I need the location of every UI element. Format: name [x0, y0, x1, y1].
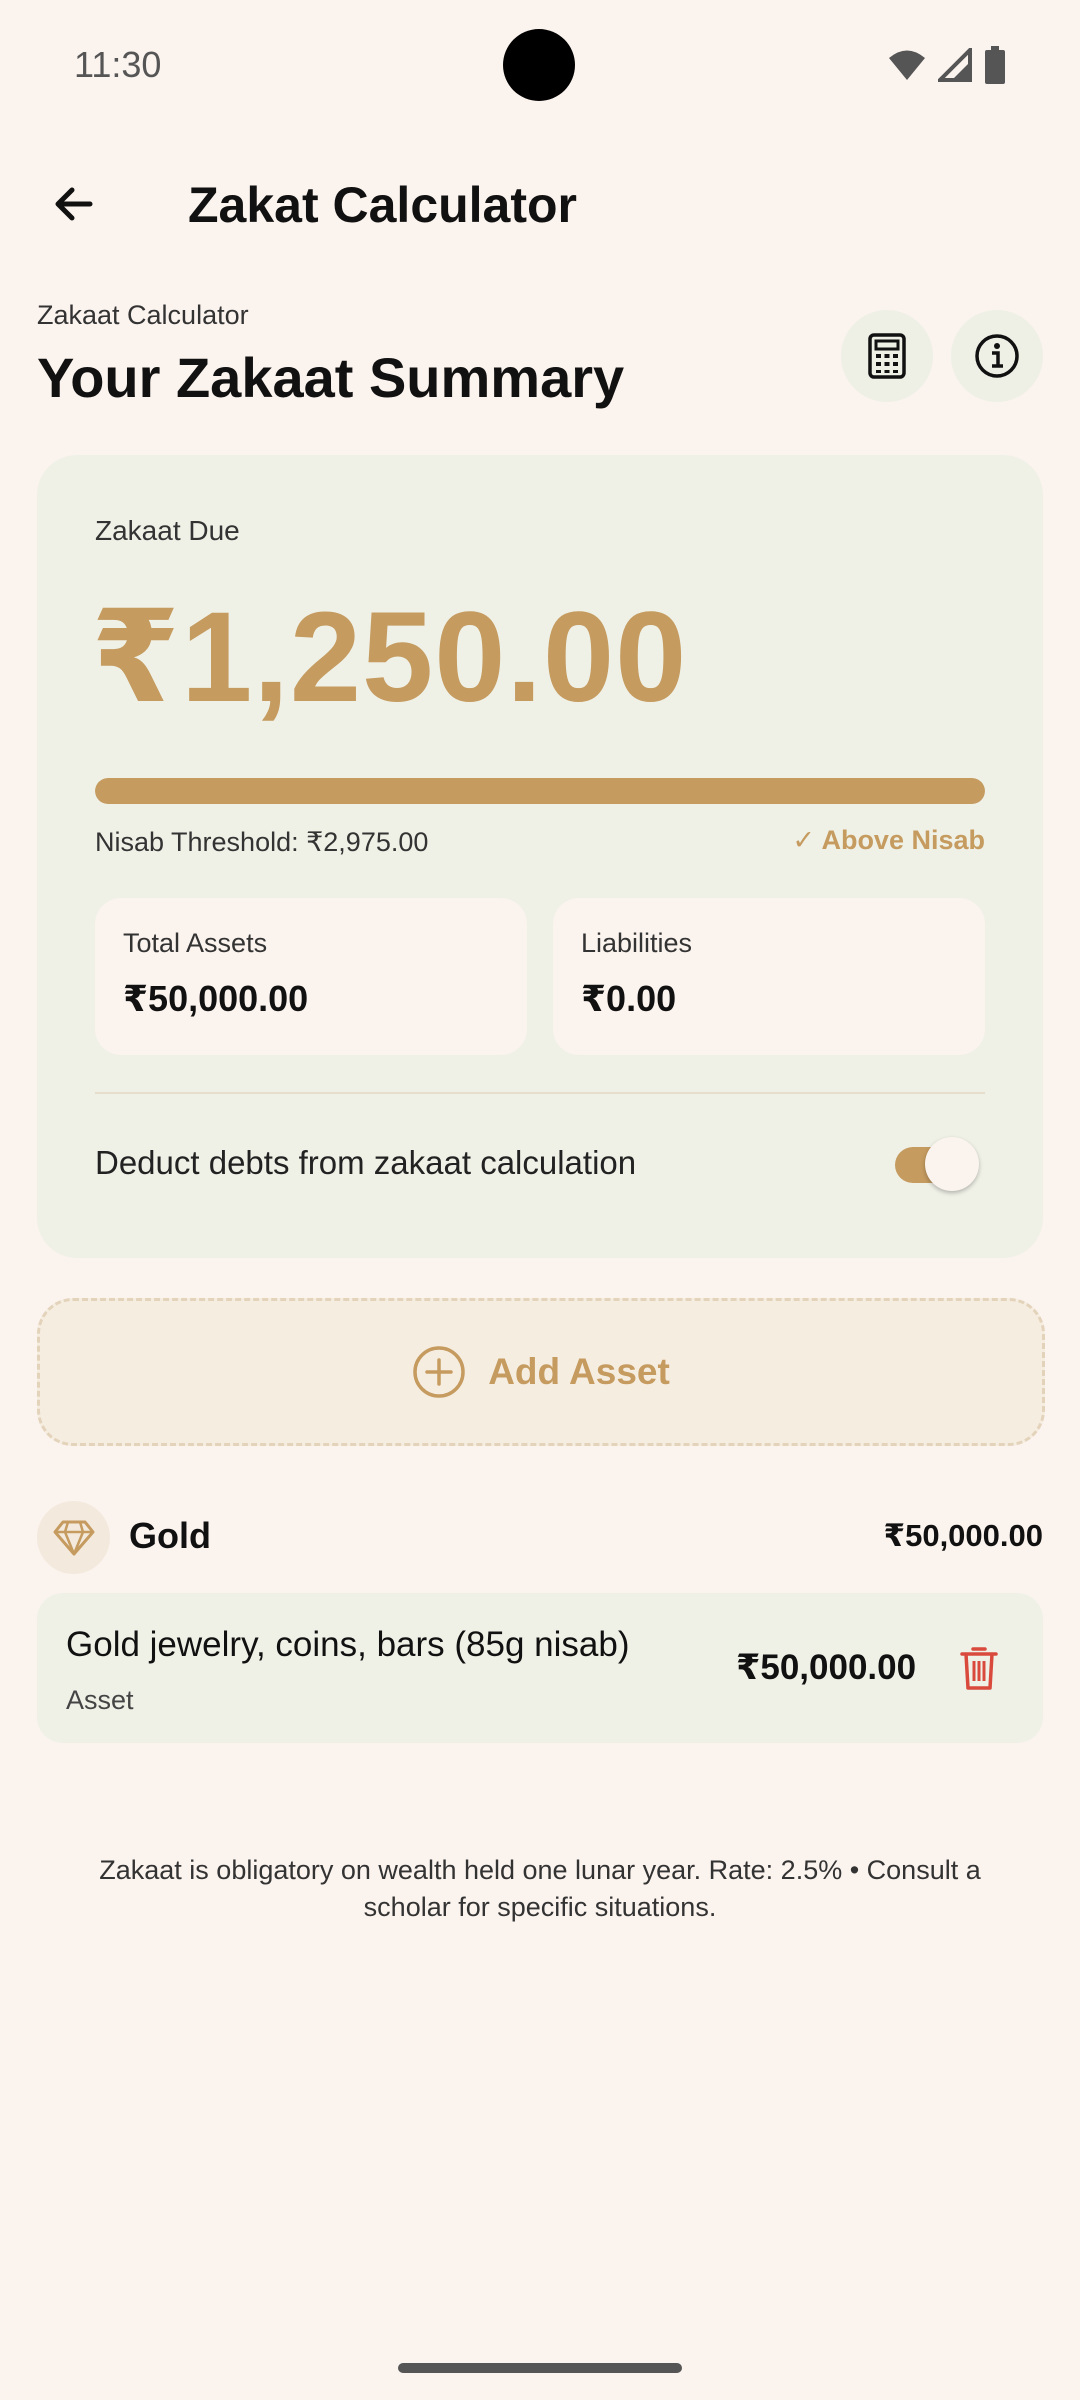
- front-camera: [503, 29, 575, 101]
- total-assets-value: ₹50,000.00: [123, 978, 309, 1019]
- nisab-progress-bar: [95, 778, 985, 804]
- category-total: ₹50,000.00: [883, 1518, 1043, 1553]
- asset-type: Asset: [66, 1685, 134, 1715]
- back-button[interactable]: [36, 166, 112, 242]
- deduct-debts-label: Deduct debts from zakaat calculation: [95, 1144, 637, 1181]
- add-asset-button[interactable]: Add Asset: [37, 1298, 1045, 1446]
- screen: 11:30 Zakat Calculator Zakaat Calculator…: [0, 0, 1080, 2400]
- toggle-knob: [925, 1137, 979, 1191]
- nisab-progress-fill: [95, 778, 985, 804]
- battery-icon: [985, 46, 1005, 84]
- section-sub-label: Zakaat Calculator: [37, 300, 249, 330]
- zakaat-footnote: Zakaat is obligatory on wealth held one …: [99, 1855, 981, 1922]
- category-name: Gold: [129, 1515, 211, 1556]
- asset-value: ₹50,000.00: [736, 1648, 917, 1687]
- info-icon: [975, 334, 1019, 378]
- status-time: 11:30: [74, 44, 162, 85]
- status-bar: 11:30: [0, 0, 1080, 130]
- zakaat-due-label: Zakaat Due: [95, 515, 240, 546]
- liabilities-value: ₹0.00: [581, 978, 677, 1019]
- page-title: Your Zakaat Summary: [37, 346, 625, 409]
- info-button[interactable]: [951, 310, 1043, 402]
- home-indicator[interactable]: [398, 2363, 682, 2373]
- divider: [95, 1092, 985, 1094]
- calculator-button[interactable]: [841, 310, 933, 402]
- liabilities-label: Liabilities: [581, 928, 693, 958]
- total-assets-label: Total Assets: [123, 928, 268, 958]
- wifi-icon: [889, 50, 925, 80]
- add-asset-label: Add Asset: [488, 1351, 670, 1392]
- diamond-icon: [53, 1520, 94, 1555]
- plus-circle-icon: [413, 1346, 465, 1398]
- app-bar-title: Zakat Calculator: [188, 177, 578, 233]
- deduct-debts-toggle[interactable]: [895, 1137, 979, 1191]
- arrow-back-icon: [55, 187, 93, 221]
- nisab-status-badge: ✓ Above Nisab: [792, 825, 985, 855]
- delete-asset-button[interactable]: [954, 1643, 1004, 1693]
- asset-list-item[interactable]: Gold jewelry, coins, bars (85g nisab) As…: [37, 1593, 1043, 1743]
- gold-category-icon: [37, 1501, 110, 1574]
- zakaat-summary-card: Zakaat Due ₹1,250.00 Nisab Threshold: ₹2…: [37, 455, 1043, 1258]
- total-assets-box: Total Assets ₹50,000.00: [95, 898, 527, 1055]
- liabilities-box: Liabilities ₹0.00: [553, 898, 985, 1055]
- asset-name: Gold jewelry, coins, bars (85g nisab): [66, 1625, 630, 1664]
- trash-icon: [960, 1647, 998, 1690]
- status-icons: [888, 46, 1006, 84]
- calculator-icon: [868, 333, 906, 379]
- cellular-signal-icon: [938, 48, 972, 82]
- nisab-threshold-label: Nisab Threshold: ₹2,975.00: [95, 827, 429, 857]
- zakaat-due-amount: ₹1,250.00: [91, 586, 688, 729]
